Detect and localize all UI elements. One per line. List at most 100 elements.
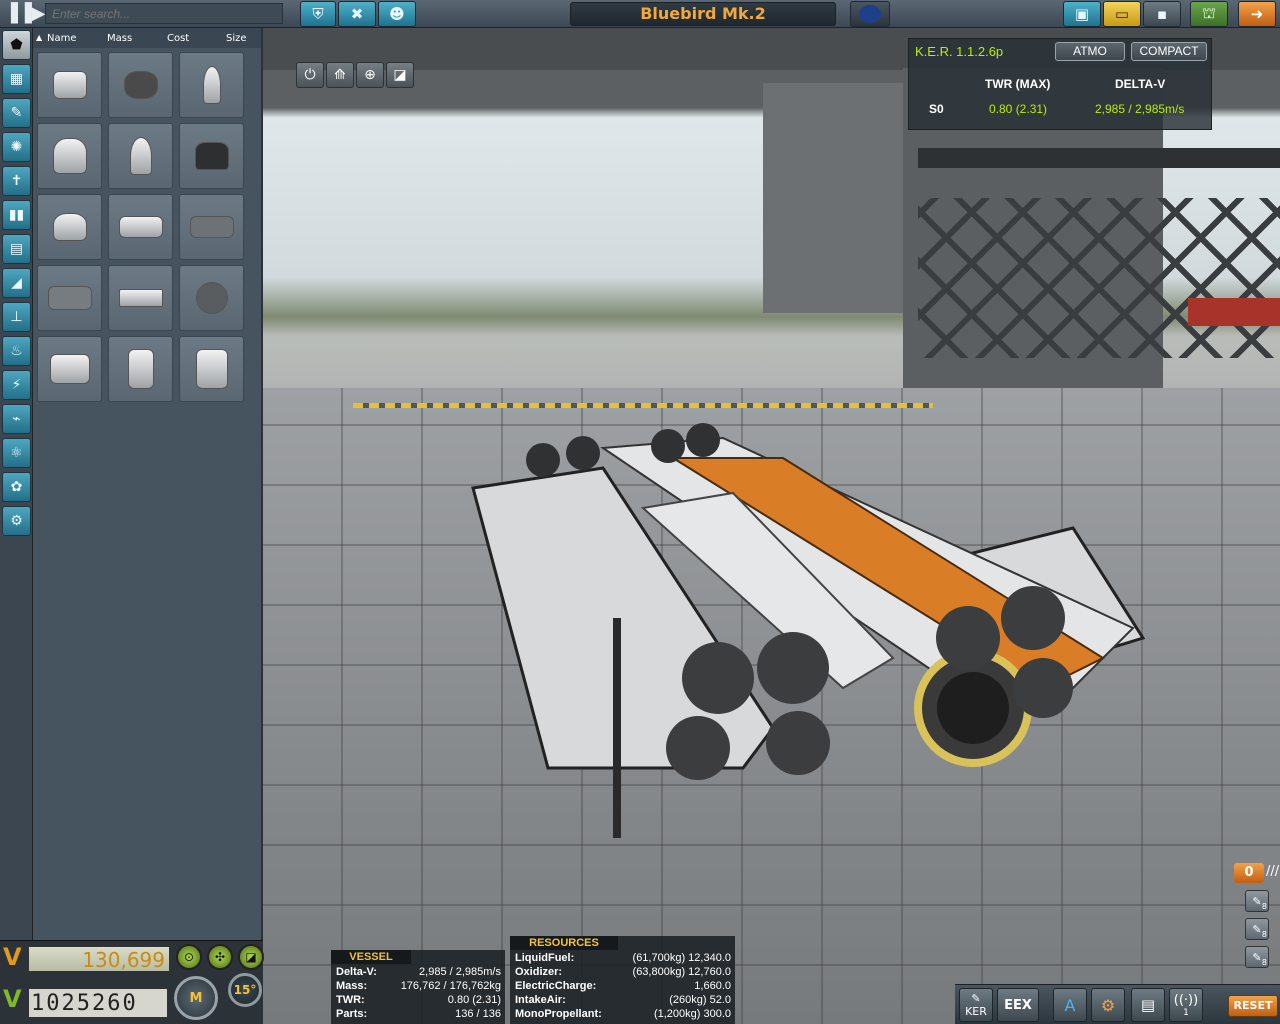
resource-row: LiquidFuel: (61,700kg) 12,340.0	[510, 952, 735, 966]
part-tile[interactable]	[179, 336, 244, 402]
symmetry-lock-button[interactable]: ⊙	[176, 944, 202, 970]
category-aero[interactable]: ◢	[2, 268, 31, 298]
part-tile[interactable]	[108, 265, 173, 331]
ker-stage-label: S0	[929, 102, 944, 116]
part-tile[interactable]	[179, 52, 244, 118]
part-icon	[49, 354, 90, 384]
part-tile[interactable]	[37, 52, 102, 118]
resource-name: IntakeAir:	[515, 994, 566, 1006]
crew-button[interactable]: ☻	[378, 1, 416, 27]
category-electrical[interactable]: ⚡	[2, 370, 31, 400]
control-icon: ✺	[10, 139, 23, 155]
category-cargo[interactable]: ✿	[2, 472, 31, 502]
ker-app-button[interactable]: ✎ KER	[959, 988, 993, 1022]
letter-a-icon: A	[1064, 995, 1076, 1015]
part-tile[interactable]	[108, 52, 173, 118]
root-tool-button[interactable]: ◪	[386, 62, 414, 88]
info-row: Delta-V: 2,985 / 2,985m/s	[331, 966, 505, 980]
category-coupling[interactable]: ▮▮	[2, 200, 31, 230]
parts-sort-header: ▲ Name Mass Cost Size	[33, 28, 261, 48]
editor-tools-button[interactable]: ✖	[338, 1, 376, 27]
category-thermal[interactable]: ♨	[2, 336, 31, 366]
new-vessel-button[interactable]: ▣	[1063, 1, 1101, 27]
stage-part-icon[interactable]: ✎ 8	[1245, 890, 1269, 912]
stage-part-icon[interactable]: ✎ 8	[1245, 946, 1269, 968]
part-tile[interactable]	[179, 194, 244, 260]
resource-value: (260kg) 52.0	[669, 994, 731, 1006]
info-value: 176,762 / 176,762kg	[400, 980, 501, 992]
stage-part-count: 8	[1261, 902, 1267, 911]
part-tile[interactable]	[108, 194, 173, 260]
sort-by-name[interactable]: Name	[47, 33, 77, 44]
category-utility[interactable]: ⚙	[2, 506, 31, 536]
settings-app-button[interactable]: ⚙	[1091, 988, 1125, 1022]
stage-count-badge[interactable]: 0	[1234, 863, 1264, 883]
angle-snap-button[interactable]: ◪	[238, 944, 264, 970]
part-tile[interactable]	[37, 123, 102, 189]
category-payload[interactable]: ▤	[2, 234, 31, 264]
symmetry-mode-button[interactable]: ✣	[207, 944, 233, 970]
reset-button[interactable]: RESET	[1228, 995, 1278, 1017]
hangar-truss	[918, 148, 1280, 168]
app-a-button[interactable]: A	[1053, 988, 1087, 1022]
vessel-name-field[interactable]: Bluebird Mk.2	[570, 2, 836, 26]
signal-app-button[interactable]: ((·)) 1	[1169, 988, 1203, 1022]
category-science[interactable]: ⚛	[2, 438, 31, 468]
category-fuel-tanks[interactable]: ▦	[2, 64, 31, 94]
launch-button[interactable]: ⛫	[1190, 1, 1228, 27]
eex-app-button[interactable]: EEX	[997, 988, 1039, 1022]
parts-search-input[interactable]	[45, 3, 283, 24]
launch-site-button[interactable]: ⛨	[300, 1, 336, 27]
ker-deltav-header: DELTA-V	[1115, 77, 1166, 91]
info-value: 2,985 / 2,985m/s	[419, 966, 501, 978]
sort-by-size[interactable]: Size	[226, 33, 247, 44]
ker-compact-button[interactable]: COMPACT	[1131, 42, 1207, 61]
part-tile[interactable]	[37, 336, 102, 402]
agency-flag-button[interactable]	[850, 1, 890, 27]
stage-collapse-icon[interactable]: ///	[1266, 864, 1279, 879]
part-tile[interactable]	[37, 265, 102, 331]
part-tile[interactable]	[179, 265, 244, 331]
resource-name: ElectricCharge:	[515, 980, 597, 992]
parts-list-toggle-icon[interactable]: ▐▐▶	[4, 3, 46, 24]
ker-deltav-value: 2,985 / 2,985m/s	[1095, 102, 1185, 116]
resource-name: LiquidFuel:	[515, 952, 575, 964]
save-vessel-button[interactable]: ▪	[1143, 1, 1181, 27]
root-icon: ◪	[393, 67, 407, 83]
ker-twr-header: TWR (MAX)	[985, 77, 1051, 91]
info-row: Parts: 136 / 136	[331, 1008, 505, 1022]
vessel-model[interactable]	[453, 398, 1173, 838]
category-engines[interactable]: ✎	[2, 98, 31, 128]
category-structural[interactable]: ✝	[2, 166, 31, 196]
part-category-bar: ⬟ ▦ ✎ ✺ ✝ ▮▮ ▤ ◢ ⊥ ♨ ⚡ ⌁ ⚛ ✿ ⚙	[0, 28, 33, 1024]
offset-tool-button[interactable]: ⟰	[326, 62, 354, 88]
hangar-viewport[interactable]	[263, 28, 1280, 1024]
exit-button[interactable]: ➜	[1238, 1, 1276, 27]
category-pods[interactable]: ⬟	[2, 30, 31, 60]
engineers-report-button[interactable]: ▤	[1131, 988, 1165, 1022]
rotate-tool-button[interactable]: ⊕	[356, 62, 384, 88]
category-ground[interactable]: ⊥	[2, 302, 31, 332]
part-icon	[118, 289, 163, 307]
part-tile[interactable]	[37, 194, 102, 260]
science-value: 1025260	[28, 988, 168, 1018]
vessel-info-panel: VESSEL Delta-V: 2,985 / 2,985m/s Mass: 176…	[331, 950, 505, 1024]
angle-snap-value-button[interactable]: 15°	[228, 973, 262, 1007]
load-vessel-button[interactable]: ▭	[1103, 1, 1141, 27]
part-icon	[189, 216, 234, 238]
signal-icon: ((·))	[1173, 992, 1199, 1008]
ker-atmo-button[interactable]: ATMO	[1055, 42, 1125, 61]
part-icon	[52, 213, 87, 241]
resource-name: MonoPropellant:	[515, 1008, 602, 1020]
sort-by-cost[interactable]: Cost	[167, 33, 189, 44]
place-tool-button[interactable]: ⏻	[296, 62, 324, 88]
part-tile[interactable]	[108, 336, 173, 402]
sort-by-mass[interactable]: Mass	[107, 33, 132, 44]
category-control[interactable]: ✺	[2, 132, 31, 162]
structural-icon: ✝	[10, 173, 23, 189]
symmetry-count-button[interactable]: M	[174, 976, 218, 1020]
part-tile[interactable]	[179, 123, 244, 189]
part-tile[interactable]	[108, 123, 173, 189]
category-communication[interactable]: ⌁	[2, 404, 31, 434]
stage-part-icon[interactable]: ✎ 8	[1245, 918, 1269, 940]
